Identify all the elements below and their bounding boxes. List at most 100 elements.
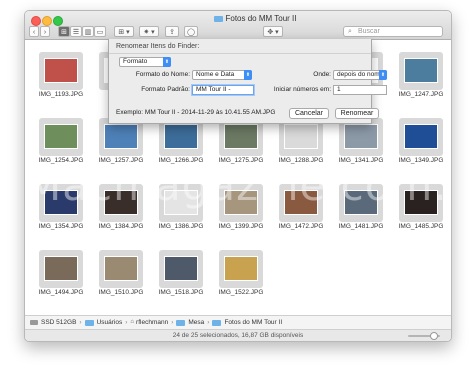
file-name: IMG_1384.JPG <box>98 223 144 230</box>
photo-thumbnail[interactable] <box>104 124 138 149</box>
path-item[interactable]: Fotos do MM Tour II <box>224 316 282 329</box>
file-item[interactable]: IMG_1254.JPG <box>31 118 91 166</box>
selection-highlight <box>159 250 203 288</box>
zoom-button[interactable] <box>53 16 63 26</box>
close-button[interactable] <box>31 16 41 26</box>
cancel-button[interactable]: Cancelar <box>289 108 329 119</box>
name-format-popup[interactable]: Nome e Data ⬍ <box>192 70 252 80</box>
file-item[interactable]: IMG_1247.JPG <box>391 52 451 100</box>
selection-highlight <box>39 250 83 288</box>
action-gear-button[interactable]: ✷ ▾ <box>139 26 159 37</box>
folder-icon <box>176 319 186 326</box>
forward-button[interactable]: › <box>40 26 50 37</box>
file-name: IMG_1485.JPG <box>398 223 444 230</box>
status-bar: 24 de 25 selecionados, 16,87 GB disponív… <box>25 329 451 341</box>
file-name: IMG_1494.JPG <box>38 289 84 296</box>
file-item[interactable]: IMG_1257.JPG <box>91 118 151 166</box>
file-name: IMG_1481.JPG <box>338 223 384 230</box>
selection-highlight <box>399 52 443 90</box>
file-item[interactable]: IMG_1341.JPG <box>331 118 391 166</box>
file-item[interactable]: IMG_1288.JPG <box>271 118 331 166</box>
file-name: IMG_1386.JPG <box>158 223 204 230</box>
window-title: Fotos do MM Tour II <box>175 14 335 23</box>
search-field[interactable]: ⌕ Buscar <box>343 26 443 37</box>
selection-highlight <box>399 118 443 156</box>
file-name: IMG_1518.JPG <box>158 289 204 296</box>
example-text: Exemplo: MM Tour II - 2014-11-29 às 10.4… <box>116 109 276 116</box>
photo-thumbnail[interactable] <box>44 58 78 83</box>
file-item[interactable]: IMG_1349.JPG <box>391 118 451 166</box>
rename-button[interactable]: Renomear <box>335 108 379 119</box>
photo-thumbnail[interactable] <box>284 124 318 149</box>
folder-icon <box>84 319 94 326</box>
rename-mode-popup[interactable]: Formato ⬍ <box>119 57 171 67</box>
file-name: IMG_1247.JPG <box>398 91 444 98</box>
chevron-updown-icon: ⬍ <box>163 57 171 67</box>
name-format-label: Formato do Nome: <box>135 71 190 78</box>
coverflow-view-button[interactable]: ▭ <box>94 26 106 37</box>
custom-format-label: Formato Padrão: <box>141 86 190 93</box>
arrange-button[interactable]: ⊞ ▾ <box>114 26 134 37</box>
photo-thumbnail[interactable] <box>344 124 378 149</box>
photo-thumbnail[interactable] <box>104 256 138 281</box>
back-button[interactable]: ‹ <box>29 26 39 37</box>
status-text: 24 de 25 selecionados, 16,87 GB disponív… <box>172 332 304 339</box>
path-item[interactable]: Usuários <box>97 316 123 329</box>
photo-thumbnail[interactable] <box>404 124 438 149</box>
file-item[interactable]: IMG_1518.JPG <box>151 250 211 298</box>
icon-size-slider[interactable] <box>408 332 440 340</box>
path-bar: SSD 512GB › Usuários › ⌂ rflechmann › Mesa › Foto… <box>25 315 451 329</box>
start-numbers-label: Iniciar números em: <box>273 86 331 93</box>
start-numbers-field[interactable]: 1 <box>333 85 387 95</box>
selection-highlight <box>219 250 263 288</box>
path-separator: › <box>79 319 82 326</box>
selection-highlight <box>39 52 83 90</box>
minimize-button[interactable] <box>42 16 52 26</box>
path-item[interactable]: Mesa <box>188 316 204 329</box>
file-name: IMG_1354.JPG <box>38 223 84 230</box>
file-item[interactable]: IMG_1275.JPG <box>211 118 271 166</box>
chevron-updown-icon: ⬍ <box>379 70 387 80</box>
file-name: IMG_1399.JPG <box>218 223 264 230</box>
path-separator: › <box>171 319 174 326</box>
photo-thumbnail[interactable] <box>164 124 198 149</box>
share-button[interactable]: ⇪ <box>165 26 179 37</box>
hard-drive-icon <box>30 320 38 325</box>
column-view-button[interactable]: ▥ <box>82 26 94 37</box>
file-item[interactable]: IMG_1193.JPG <box>31 52 91 100</box>
path-item[interactable]: SSD 512GB <box>41 316 76 329</box>
slider-knob[interactable] <box>430 332 438 340</box>
home-icon: ⌂ <box>130 319 135 325</box>
title-bar: Fotos do MM Tour II ‹ › ⊞ ☰ ▥ ▭ ⊞ ▾ ✷ ▾ … <box>25 11 451 40</box>
where-label: Onde: <box>313 71 331 78</box>
custom-format-field[interactable]: MM Tour II - <box>192 85 254 95</box>
file-item[interactable]: IMG_1266.JPG <box>151 118 211 166</box>
icon-view-button[interactable]: ⊞ <box>58 26 70 37</box>
tags-button[interactable]: ◯ <box>184 26 198 37</box>
file-name: IMG_1522.JPG <box>218 289 264 296</box>
photo-thumbnail[interactable] <box>404 58 438 83</box>
dropbox-button[interactable]: ✥ ▾ <box>263 26 283 37</box>
photo-thumbnail[interactable] <box>224 256 258 281</box>
file-item[interactable]: IMG_1494.JPG <box>31 250 91 298</box>
rename-sheet: Renomear Itens do Finder: Formato ⬍ Forma… <box>108 39 387 124</box>
path-separator: › <box>207 319 210 326</box>
photo-thumbnail[interactable] <box>224 124 258 149</box>
divider <box>109 53 371 54</box>
where-popup[interactable]: depois do nome ⬍ <box>333 70 387 80</box>
list-view-button[interactable]: ☰ <box>70 26 82 37</box>
file-item[interactable]: IMG_1510.JPG <box>91 250 151 298</box>
path-item[interactable]: rflechmann <box>136 316 168 329</box>
photo-thumbnail[interactable] <box>44 256 78 281</box>
selection-highlight <box>39 118 83 156</box>
file-item[interactable]: IMG_1522.JPG <box>211 250 271 298</box>
dialog-title: Renomear Itens do Finder: <box>116 43 200 50</box>
search-icon: ⌕ <box>348 28 352 35</box>
selection-highlight <box>99 250 143 288</box>
photo-thumbnail[interactable] <box>44 124 78 149</box>
photo-thumbnail[interactable] <box>164 256 198 281</box>
finder-window: Fotos do MM Tour II ‹ › ⊞ ☰ ▥ ▭ ⊞ ▾ ✷ ▾ … <box>24 10 452 342</box>
file-name: IMG_1193.JPG <box>38 91 84 98</box>
path-separator: › <box>125 319 128 326</box>
folder-icon <box>212 319 222 326</box>
